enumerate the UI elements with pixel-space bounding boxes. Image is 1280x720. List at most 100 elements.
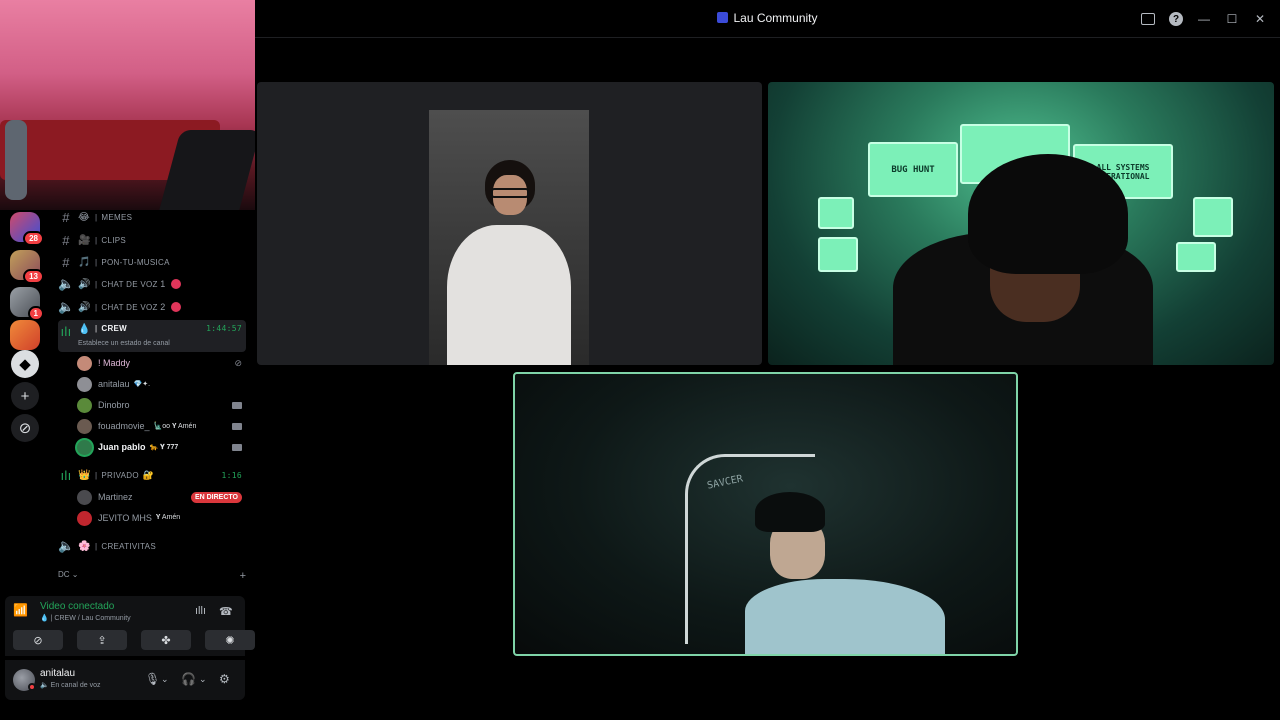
game-screen-bug-hunt: BUG HUNT <box>868 142 958 197</box>
video-tile-1[interactable] <box>257 82 762 365</box>
webcam-microphone <box>5 120 27 200</box>
maximize-icon[interactable]: ☐ <box>1218 10 1246 28</box>
channel-number: 2 <box>160 302 166 312</box>
unread-badge: 28 <box>23 231 44 246</box>
channel-status-text[interactable]: Establece un estado de canal <box>78 340 170 347</box>
username[interactable]: anitalau <box>40 668 75 679</box>
server-folder-3[interactable]: 1 <box>10 287 44 321</box>
signal-icon: 📶 <box>13 603 28 617</box>
server-icon <box>717 12 729 23</box>
crown-icon: 👑 <box>78 469 91 481</box>
soundboard-button[interactable]: ✺ <box>205 630 255 650</box>
user-name: JEVITO MHS <box>98 513 152 523</box>
game-screen-small <box>1176 242 1216 272</box>
activities-button[interactable]: ✤ <box>141 630 191 650</box>
voice-user-fouadmovie[interactable]: fouadmovie_ 🗽oo 𝐘 Amén <box>77 416 242 436</box>
participant-cap <box>755 492 825 532</box>
channel-name: CLIPS <box>101 235 127 245</box>
user-name: Martinez <box>98 492 133 502</box>
voice-user-juan-pablo[interactable]: Juan pablo 🐆 𝐘 777 <box>77 437 242 457</box>
window-title: Lau Community <box>255 11 1280 25</box>
muted-icon: ⊘ <box>234 357 242 368</box>
participant-body <box>745 579 945 654</box>
hash-icon: # <box>62 232 70 248</box>
status-dot <box>28 683 36 691</box>
camera-icon <box>232 422 242 430</box>
channel-creativitas[interactable]: 🔈 🌸 | CREATIVITAS <box>58 536 246 556</box>
channel-emoji: 😂 <box>78 211 90 223</box>
add-channel-icon[interactable]: + <box>240 570 246 582</box>
title-bar: Lau Community ? — ☐ ✕ <box>255 0 1280 38</box>
voice-channel-subtitle[interactable]: 💧 | CREW / Lau Community <box>40 614 131 622</box>
server-folder-1[interactable]: 28 <box>10 212 44 246</box>
lock-icon: 🔐 <box>142 469 155 480</box>
help-icon[interactable]: ? <box>1169 12 1183 26</box>
disconnect-icon[interactable]: ☎ <box>219 605 233 618</box>
user-tag: 🐆 𝐘 777 <box>149 443 179 451</box>
server-lau-community[interactable] <box>10 320 40 350</box>
live-badge: EN DIRECTO <box>190 491 242 503</box>
voice-user-jevito[interactable]: JEVITO MHS 𝐘 Amén <box>77 508 242 528</box>
voice-status-title[interactable]: Video conectado <box>40 601 114 612</box>
channel-memes[interactable]: # 😂 | MEMES <box>58 210 246 227</box>
speaker-icon: 🔈 <box>58 276 75 291</box>
speaker-icon: 🔈 <box>58 538 75 553</box>
channel-emoji: 🎵 <box>78 256 91 268</box>
channel-chat-de-voz-2[interactable]: 🔈 🔊 | CHAT DE VOZ 2 <box>58 297 246 317</box>
headphones-icon[interactable]: 🎧 <box>181 672 196 686</box>
camera-icon <box>232 443 242 451</box>
participant-hair <box>968 154 1128 274</box>
hash-icon: # <box>62 210 70 225</box>
avatar <box>77 489 92 505</box>
unread-badge: 13 <box>23 269 44 284</box>
category-dc[interactable]: DC ⌄ + <box>58 570 246 582</box>
voice-connected-panel: 📶 Video conectado 💧 | CREW / Lau Communi… <box>5 596 255 656</box>
server-folder-2[interactable]: 13 <box>10 250 44 284</box>
minimize-icon[interactable]: — <box>1190 10 1218 28</box>
flower-icon: 🌸 <box>78 540 91 552</box>
voice-user-maddy[interactable]: ! Maddy ⊘ <box>77 353 242 373</box>
voice-user-anitalau[interactable]: anitalau 💎✦. <box>77 374 242 394</box>
voice-user-martinez[interactable]: Martinez EN DIRECTO <box>77 487 242 507</box>
microphone-icon[interactable]: 🎙 <box>145 672 160 686</box>
channel-name: PRIVADO <box>101 470 139 480</box>
add-server-icon[interactable]: + <box>11 382 39 410</box>
user-name: ! Maddy <box>98 358 131 368</box>
inbox-icon[interactable] <box>1141 13 1155 25</box>
channel-pon-tu-musica[interactable]: # 🎵 | PON-TU-MUSICA <box>58 252 246 272</box>
video-feed <box>429 110 589 365</box>
chevron-down-icon[interactable]: ⌄ <box>161 674 169 685</box>
channel-name: CREATIVITAS <box>101 541 156 551</box>
voice-active-icon: ılı <box>60 324 72 339</box>
screen-share-button[interactable]: ⇪ <box>77 630 127 650</box>
user-name: fouadmovie_ <box>98 421 150 431</box>
red-status-icon <box>170 302 181 312</box>
noise-suppression-icon[interactable]: ıllı <box>195 605 206 617</box>
voice-user-dinobro[interactable]: Dinobro <box>77 395 242 415</box>
explore-icon[interactable]: ⊘ <box>11 414 39 442</box>
game-screen-small <box>818 197 854 229</box>
voice-active-icon: ılı <box>60 467 72 483</box>
channel-privado[interactable]: ılı 👑 | PRIVADO 🔐 1:16 <box>58 465 246 485</box>
discord-bot-icon[interactable]: ◆ <box>11 350 39 378</box>
channel-list: # 😂 | MEMES # 🎥 | CLIPS # 🎵 | PON-TU-MUS… <box>50 210 250 600</box>
video-tile-2[interactable]: BUG HUNT ALL SYSTEMS OPERATIONAL <box>768 82 1274 365</box>
camera-off-button[interactable]: ⊘ <box>13 630 63 650</box>
channel-emoji: 🎥 <box>78 234 91 246</box>
close-icon[interactable]: ✕ <box>1246 10 1274 28</box>
avatar <box>77 439 92 455</box>
channel-timer: 1:16 <box>221 470 242 480</box>
video-tile-3-speaking[interactable]: SAVCER <box>513 372 1018 656</box>
game-screen-small <box>818 237 858 272</box>
user-tag: 💎✦. <box>133 381 151 388</box>
user-tag: 🗽oo 𝐘 Amén <box>153 422 197 430</box>
avatar <box>77 376 92 392</box>
channel-crew[interactable]: ılı 💧 | CREW 1:44:57 <box>58 320 246 352</box>
channel-chat-de-voz-1[interactable]: 🔈 🔊 | CHAT DE VOZ 1 <box>58 274 246 294</box>
channel-clips[interactable]: # 🎥 | CLIPS <box>58 230 246 250</box>
settings-gear-icon[interactable]: ⚙ <box>219 672 230 686</box>
channel-name: PON-TU-MUSICA <box>101 257 170 267</box>
channel-name: CHAT DE VOZ <box>101 302 158 312</box>
user-panel: anitalau 🔈 En canal de voz 🎙 ⌄ 🎧 ⌄ ⚙ <box>5 660 245 700</box>
chevron-down-icon[interactable]: ⌄ <box>199 674 207 685</box>
